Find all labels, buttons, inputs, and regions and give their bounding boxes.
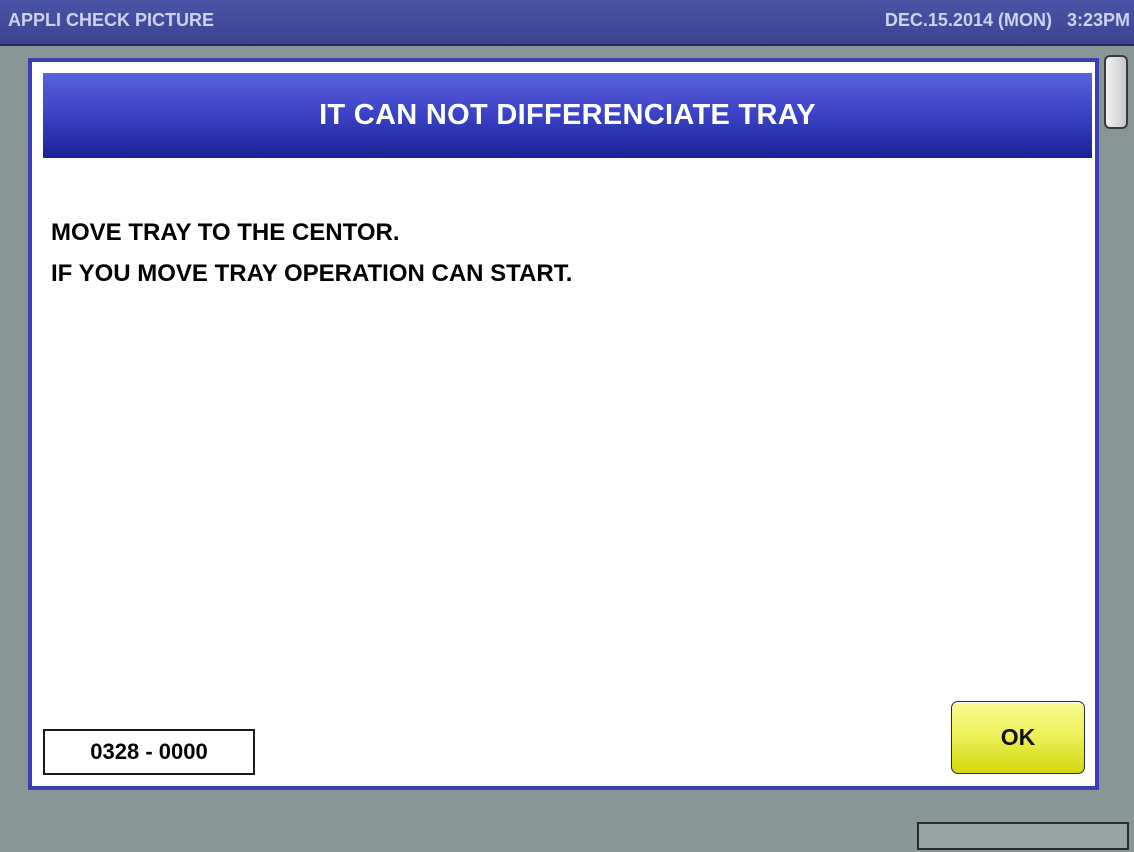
scrollbar[interactable]: [1104, 55, 1128, 129]
message-line-1: MOVE TRAY TO THE CENTOR.: [51, 219, 400, 246]
dialog-message: MOVE TRAY TO THE CENTOR. IF YOU MOVE TRA…: [51, 212, 572, 294]
ok-button[interactable]: OK: [951, 701, 1085, 774]
error-code: 0328 - 0000: [43, 729, 255, 775]
message-line-2: IF YOU MOVE TRAY OPERATION CAN START.: [51, 260, 573, 287]
datetime: DEC.15.2014 (MON) 3:23PM: [884, 10, 1130, 30]
dialog-title: IT CAN NOT DIFFERENCIATE TRAY: [43, 73, 1092, 158]
status-indicator: [917, 822, 1129, 850]
screen: APPLI CHECK PICTURE DEC.15.2014 (MON) 3:…: [0, 0, 1134, 852]
error-dialog: IT CAN NOT DIFFERENCIATE TRAY MOVE TRAY …: [28, 58, 1099, 790]
top-bar: APPLI CHECK PICTURE DEC.15.2014 (MON) 3:…: [0, 0, 1134, 46]
app-title: APPLI CHECK PICTURE: [8, 10, 215, 30]
